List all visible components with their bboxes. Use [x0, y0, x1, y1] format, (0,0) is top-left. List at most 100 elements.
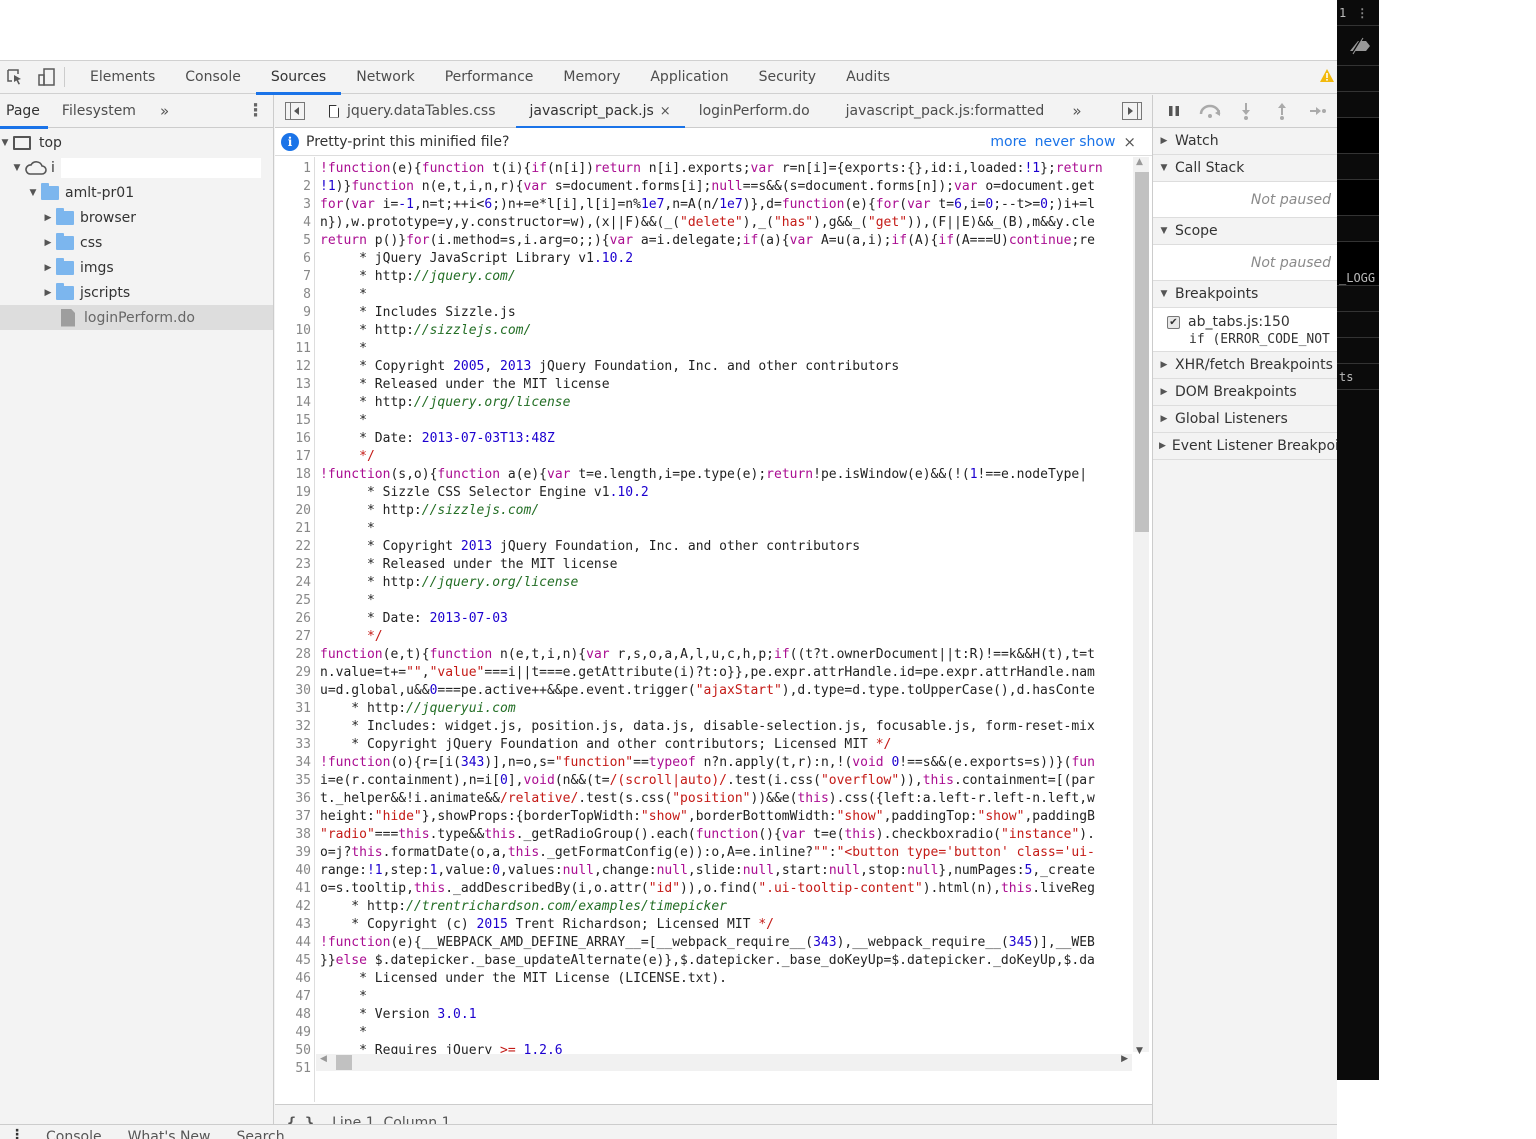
line-number[interactable]: 51: [275, 1060, 311, 1078]
code-line[interactable]: 38 "radio"===this.type&&this._getRadioGro…: [275, 826, 1132, 844]
code-line[interactable]: 15 *: [275, 412, 1132, 430]
code-line[interactable]: 27 */: [275, 628, 1132, 646]
tab-network[interactable]: Network: [341, 61, 429, 94]
code-line[interactable]: 36 t._helper&&!i.animate&&/relative/.test…: [275, 790, 1132, 808]
step-over-icon[interactable]: [1199, 100, 1221, 122]
line-number[interactable]: 26: [275, 610, 311, 628]
editor-tab-javascript-pack-js[interactable]: javascript_pack.js ×: [515, 95, 685, 129]
code-line[interactable]: 45}}else $.datepicker._base_updateAltern…: [275, 952, 1132, 970]
line-number[interactable]: 47: [275, 988, 311, 1006]
scrollbar-thumb[interactable]: [1135, 172, 1149, 532]
event-listener-breakpoints-pane-header[interactable]: ▶ Event Listener Breakpoints: [1153, 433, 1337, 460]
line-number[interactable]: 50: [275, 1042, 311, 1060]
code-line[interactable]: 19 * Sizzle CSS Selector Engine v1.10.2: [275, 484, 1132, 502]
code-line[interactable]: 42 * http://trentrichardson.com/examples…: [275, 898, 1132, 916]
line-number[interactable]: 28: [275, 646, 311, 664]
editor-tab-javascript-pack-formatted[interactable]: javascript_pack.js:formatted: [832, 95, 1059, 128]
tree-item-imgs[interactable]: ▶ imgs: [0, 255, 273, 280]
close-tab-icon[interactable]: ×: [660, 104, 671, 119]
never-show-link[interactable]: never show: [1035, 134, 1116, 150]
code-area[interactable]: 1 !function(e){function t(i){if(n[i])retu…: [275, 157, 1152, 1102]
scope-pane-header[interactable]: ▼ Scope: [1153, 218, 1337, 245]
code-line[interactable]: 23 * Released under the MIT license: [275, 556, 1132, 574]
code-line[interactable]: 4 n}),w.prototype=y,y.constructor=w),(x||…: [275, 214, 1132, 232]
code-line[interactable]: 2 !1)}function n(e,t,i,n,r){var s=documen…: [275, 178, 1132, 196]
line-number[interactable]: 49: [275, 1024, 311, 1042]
code-line[interactable]: 17 */: [275, 448, 1132, 466]
line-number[interactable]: 15: [275, 412, 311, 430]
line-number[interactable]: 19: [275, 484, 311, 502]
line-number[interactable]: 1: [275, 160, 311, 178]
device-toolbar-icon[interactable]: [36, 66, 58, 88]
code-line[interactable]: 48 * Version 3.0.1: [275, 1006, 1132, 1024]
tab-memory[interactable]: Memory: [548, 61, 635, 94]
code-line[interactable]: 26 * Date: 2013-07-03: [275, 610, 1132, 628]
line-number[interactable]: 25: [275, 592, 311, 610]
line-number[interactable]: 4: [275, 214, 311, 232]
code-line[interactable]: 24 * http://jquery.org/license: [275, 574, 1132, 592]
line-number[interactable]: 3: [275, 196, 311, 214]
code-line[interactable]: 32 * Includes: widget.js, position.js, d…: [275, 718, 1132, 736]
code-line[interactable]: 44 !function(e){__WEBPACK_AMD_DEFINE_ARRA…: [275, 934, 1132, 952]
code-line[interactable]: 20 * http://sizzlejs.com/: [275, 502, 1132, 520]
line-number[interactable]: 44: [275, 934, 311, 952]
code-line[interactable]: 46 * Licensed under the MIT License (LIC…: [275, 970, 1132, 988]
editor-tab-loginperform-do[interactable]: loginPerform.do: [685, 95, 824, 128]
line-number[interactable]: 6: [275, 250, 311, 268]
code-line[interactable]: 6 * jQuery JavaScript Library v1.10.2: [275, 250, 1132, 268]
scroll-down-icon[interactable]: ▼: [1136, 1046, 1143, 1056]
line-number[interactable]: 32: [275, 718, 311, 736]
line-number[interactable]: 30: [275, 682, 311, 700]
inspect-element-icon[interactable]: [4, 66, 26, 88]
code-line[interactable]: 25 *: [275, 592, 1132, 610]
line-number[interactable]: 7: [275, 268, 311, 286]
editor-tab-jquery-datatables-css[interactable]: jquery.dataTables.css: [315, 95, 510, 128]
code-line[interactable]: 30 u=d.global,u&&0===pe.active++&&pe.even…: [275, 682, 1132, 700]
code-line[interactable]: 35 i=e(r.containment),n=i[0],void(n&&(t=/…: [275, 772, 1132, 790]
code-line[interactable]: 13 * Released under the MIT license: [275, 376, 1132, 394]
line-number[interactable]: 22: [275, 538, 311, 556]
tree-item-origin[interactable]: ▼ i: [0, 155, 273, 180]
scroll-right-icon[interactable]: ▶: [1121, 1054, 1128, 1064]
line-number[interactable]: 18: [275, 466, 311, 484]
code-line[interactable]: 39 o=j?this.formatDate(o,a,this._getForma…: [275, 844, 1132, 862]
line-number[interactable]: 48: [275, 1006, 311, 1024]
kebab-icon[interactable]: ⋮: [1356, 6, 1368, 20]
code-line[interactable]: 29 n.value=t+="","value"===i||t===e.getAt…: [275, 664, 1132, 682]
line-number[interactable]: 21: [275, 520, 311, 538]
code-line[interactable]: 9 * Includes Sizzle.js: [275, 304, 1132, 322]
tree-item-jscripts[interactable]: ▶ jscripts: [0, 280, 273, 305]
line-number[interactable]: 46: [275, 970, 311, 988]
line-number[interactable]: 29: [275, 664, 311, 682]
line-number[interactable]: 8: [275, 286, 311, 304]
tree-item-css[interactable]: ▶ css: [0, 230, 273, 255]
line-number[interactable]: 9: [275, 304, 311, 322]
line-number[interactable]: 41: [275, 880, 311, 898]
line-number[interactable]: 23: [275, 556, 311, 574]
drawer-tab-search[interactable]: Search: [223, 1125, 297, 1139]
line-number[interactable]: 38: [275, 826, 311, 844]
breakpoint-checkbox[interactable]: ✔: [1167, 315, 1180, 329]
scrollbar-thumb[interactable]: [336, 1055, 352, 1070]
line-number[interactable]: 42: [275, 898, 311, 916]
line-number[interactable]: 34: [275, 754, 311, 772]
scroll-left-icon[interactable]: ◀: [320, 1054, 327, 1064]
line-number[interactable]: 39: [275, 844, 311, 862]
pause-icon[interactable]: [1163, 100, 1185, 122]
code-line[interactable]: 10 * http://sizzlejs.com/: [275, 322, 1132, 340]
line-number[interactable]: 36: [275, 790, 311, 808]
code-line[interactable]: 11 *: [275, 340, 1132, 358]
code-line[interactable]: 12 * Copyright 2005, 2013 jQuery Foundat…: [275, 358, 1132, 376]
dom-breakpoints-pane-header[interactable]: ▶ DOM Breakpoints: [1153, 379, 1337, 406]
tree-item-amlt-pr01[interactable]: ▼ amlt-pr01: [0, 180, 273, 205]
tab-console[interactable]: Console: [170, 61, 256, 94]
code-line[interactable]: 1 !function(e){function t(i){if(n[i])retu…: [275, 160, 1132, 178]
tab-elements[interactable]: Elements: [75, 61, 170, 94]
code-line[interactable]: 43 * Copyright (c) 2015 Trent Richardson…: [275, 916, 1132, 934]
step-out-icon[interactable]: [1271, 100, 1293, 122]
line-number[interactable]: 35: [275, 772, 311, 790]
code-line[interactable]: 37 height:"hide"},showProps:{borderTopWid…: [275, 808, 1132, 826]
line-number[interactable]: 13: [275, 376, 311, 394]
horizontal-scrollbar[interactable]: ◀ ▶: [316, 1054, 1132, 1071]
scroll-up-icon[interactable]: ▲: [1136, 157, 1143, 167]
